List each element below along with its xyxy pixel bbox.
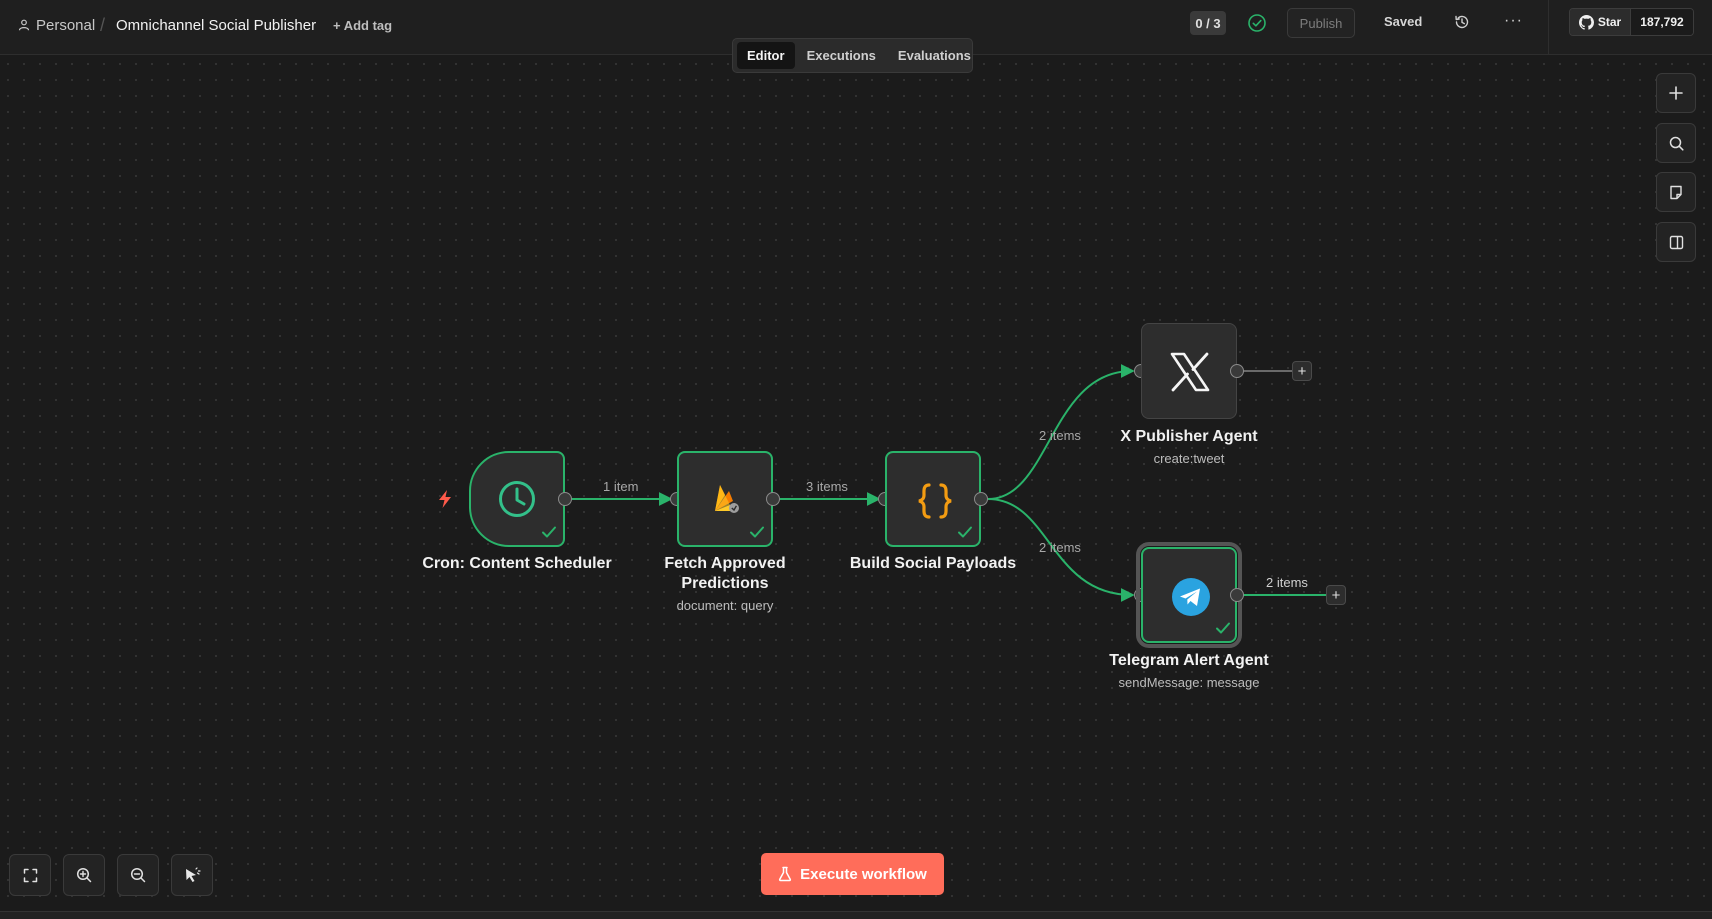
github-star-button[interactable]: Star — [1570, 9, 1630, 35]
node-cron-content-scheduler[interactable] — [469, 451, 565, 547]
node-title-build: Build Social Payloads — [849, 555, 1017, 572]
toggle-panel-button[interactable] — [1656, 222, 1696, 262]
panel-icon — [1669, 235, 1683, 249]
node-subtitle-x: create:tweet — [1153, 451, 1225, 466]
search-nodes-button[interactable] — [1656, 123, 1696, 163]
history-icon[interactable] — [1454, 14, 1470, 30]
node-title-cron: Cron: Content Scheduler — [422, 555, 612, 572]
edge-label-telegram-out: 2 items — [1266, 575, 1308, 590]
publish-button[interactable]: Publish — [1287, 8, 1355, 38]
firebase-icon — [715, 485, 739, 513]
edge-label-fetch-build: 3 items — [806, 479, 848, 494]
node-title-fetch-line1: Fetch Approved — [664, 555, 786, 572]
trigger-bolt-icon — [439, 490, 451, 508]
output-handle-telegram[interactable] — [1230, 588, 1244, 602]
tab-editor[interactable]: Editor — [737, 42, 795, 69]
zoom-out-button[interactable] — [117, 854, 159, 896]
execute-workflow-button[interactable]: Execute workflow — [761, 853, 944, 895]
output-handle-cron[interactable] — [558, 492, 572, 506]
edge-label-build-x: 2 items — [1039, 428, 1081, 443]
success-check-icon — [542, 526, 556, 538]
tab-executions[interactable]: Executions — [797, 42, 886, 69]
add-node-button[interactable] — [1656, 73, 1696, 113]
zoom-in-icon — [76, 867, 92, 883]
check-circle-icon[interactable] — [1247, 13, 1267, 33]
user-icon — [18, 19, 30, 31]
success-check-icon — [750, 526, 764, 538]
flask-icon — [779, 866, 792, 882]
zoom-in-button[interactable] — [63, 854, 105, 896]
output-handle-fetch[interactable] — [766, 492, 780, 506]
add-tag-button[interactable]: + Add tag — [333, 15, 392, 35]
add-node-after-telegram-button[interactable]: + — [1326, 585, 1346, 605]
sticky-note-icon — [1670, 185, 1682, 199]
github-star-widget[interactable]: Star 187,792 — [1569, 8, 1694, 36]
node-title-telegram: Telegram Alert Agent — [1109, 652, 1269, 669]
x-logo-icon — [1170, 352, 1210, 392]
telegram-icon — [1172, 578, 1210, 616]
search-icon — [1669, 136, 1684, 151]
breadcrumb-project-label: Personal — [36, 16, 96, 34]
output-handle-build[interactable] — [974, 492, 988, 506]
success-check-icon — [958, 526, 972, 538]
fit-view-icon — [23, 868, 37, 882]
edge-label-build-telegram: 2 items — [1039, 540, 1081, 555]
node-build-social-payloads[interactable] — [885, 451, 981, 547]
success-check-icon — [1216, 622, 1230, 634]
view-tabs: Editor Executions Evaluations — [732, 38, 973, 73]
header-divider — [1548, 0, 1549, 55]
node-title-fetch-line2: Predictions — [681, 575, 769, 592]
add-node-after-x-button[interactable]: + — [1292, 361, 1312, 381]
more-options-icon[interactable]: ··· — [1504, 12, 1522, 32]
breadcrumb-separator: / — [100, 14, 106, 35]
node-x-publisher-agent[interactable] — [1141, 323, 1237, 419]
code-braces-icon — [918, 483, 952, 519]
breadcrumb-project[interactable]: Personal — [18, 15, 95, 35]
node-subtitle-telegram: sendMessage: message — [1118, 675, 1260, 690]
execute-workflow-label: Execute workflow — [800, 865, 927, 883]
github-star-count[interactable]: 187,792 — [1630, 9, 1693, 35]
node-title-x: X Publisher Agent — [1120, 428, 1258, 445]
evaluation-counter[interactable]: 0 / 3 — [1190, 11, 1226, 35]
tab-evaluations[interactable]: Evaluations — [888, 42, 981, 69]
workflow-title[interactable]: Omnichannel Social Publisher — [116, 15, 316, 35]
wand-cursor-icon — [186, 867, 201, 882]
clock-icon — [499, 481, 535, 517]
output-handle-x[interactable] — [1230, 364, 1244, 378]
workflow-canvas[interactable] — [0, 56, 1712, 912]
node-fetch-approved-predictions[interactable] — [677, 451, 773, 547]
edge-label-cron-fetch: 1 item — [603, 479, 639, 494]
zoom-out-icon — [130, 867, 146, 883]
saved-status: Saved — [1384, 14, 1423, 29]
github-star-label: Star — [1597, 15, 1622, 29]
fit-view-button[interactable] — [9, 854, 51, 896]
node-subtitle-fetch: document: query — [676, 598, 774, 613]
sticky-note-button[interactable] — [1656, 172, 1696, 212]
tidy-up-button[interactable] — [171, 854, 213, 896]
plus-icon — [1669, 86, 1683, 100]
github-icon — [1578, 14, 1594, 30]
node-telegram-alert-agent[interactable] — [1136, 542, 1242, 648]
